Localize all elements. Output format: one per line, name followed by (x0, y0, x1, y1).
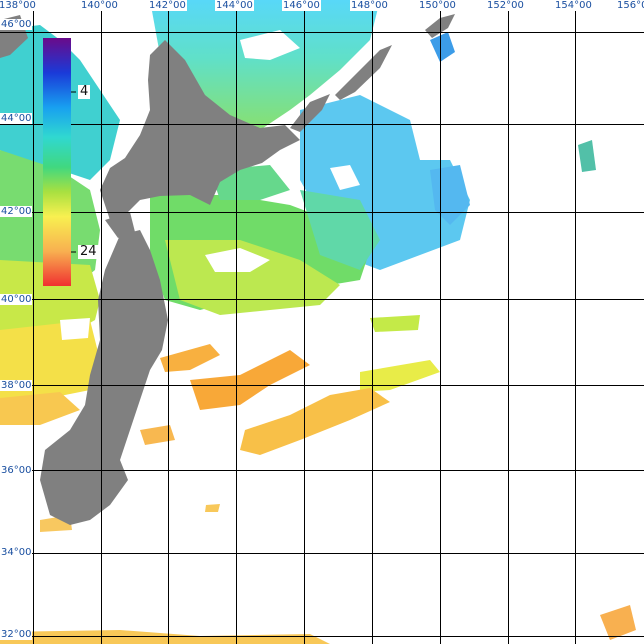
lat-label-40: 40°00 (0, 294, 33, 305)
sst-patch-warm-3 (240, 388, 390, 455)
lon-label-140: 140°00 (80, 0, 119, 11)
lon-label-146: 146°00 (282, 0, 321, 11)
sst-patch-warm-6 (205, 504, 220, 512)
lon-label-144: 144°00 (215, 0, 254, 11)
sst-data-layer (0, 0, 636, 644)
lat-label-36: 36°00 (0, 465, 33, 476)
lon-label-142: 142°00 (148, 0, 187, 11)
lon-label-156: 156°0 (616, 0, 644, 11)
lon-label-152: 152°00 (486, 0, 525, 11)
legend-colorbar (43, 38, 71, 286)
lat-label-42: 42°00 (0, 206, 33, 217)
sst-map[interactable]: 4 24 138°00 140°00 142°00 144°00 146°00 … (0, 0, 644, 644)
sst-map-canvas (0, 0, 644, 644)
lat-label-32: 32°00 (0, 629, 33, 640)
legend-label-4: 4 (78, 84, 91, 99)
sst-patch-warm-se (600, 605, 636, 640)
legend-label-24: 24 (78, 244, 99, 259)
sst-patch-warm-5 (0, 392, 80, 425)
lon-label-148: 148°00 (350, 0, 389, 11)
sst-patch-warm-4 (140, 425, 175, 445)
lat-label-38: 38°00 (0, 380, 33, 391)
lon-label-154: 154°00 (554, 0, 593, 11)
lat-label-44: 44°00 (0, 113, 33, 124)
lon-label-150: 150°00 (418, 0, 457, 11)
lat-label-46: 46°00 (0, 19, 33, 30)
sst-patch-small-east (578, 140, 596, 172)
sst-patch-kuroshio-lime (370, 315, 420, 332)
lon-label-138: 138°00 (0, 0, 37, 11)
lat-label-34: 34°00 (0, 547, 33, 558)
